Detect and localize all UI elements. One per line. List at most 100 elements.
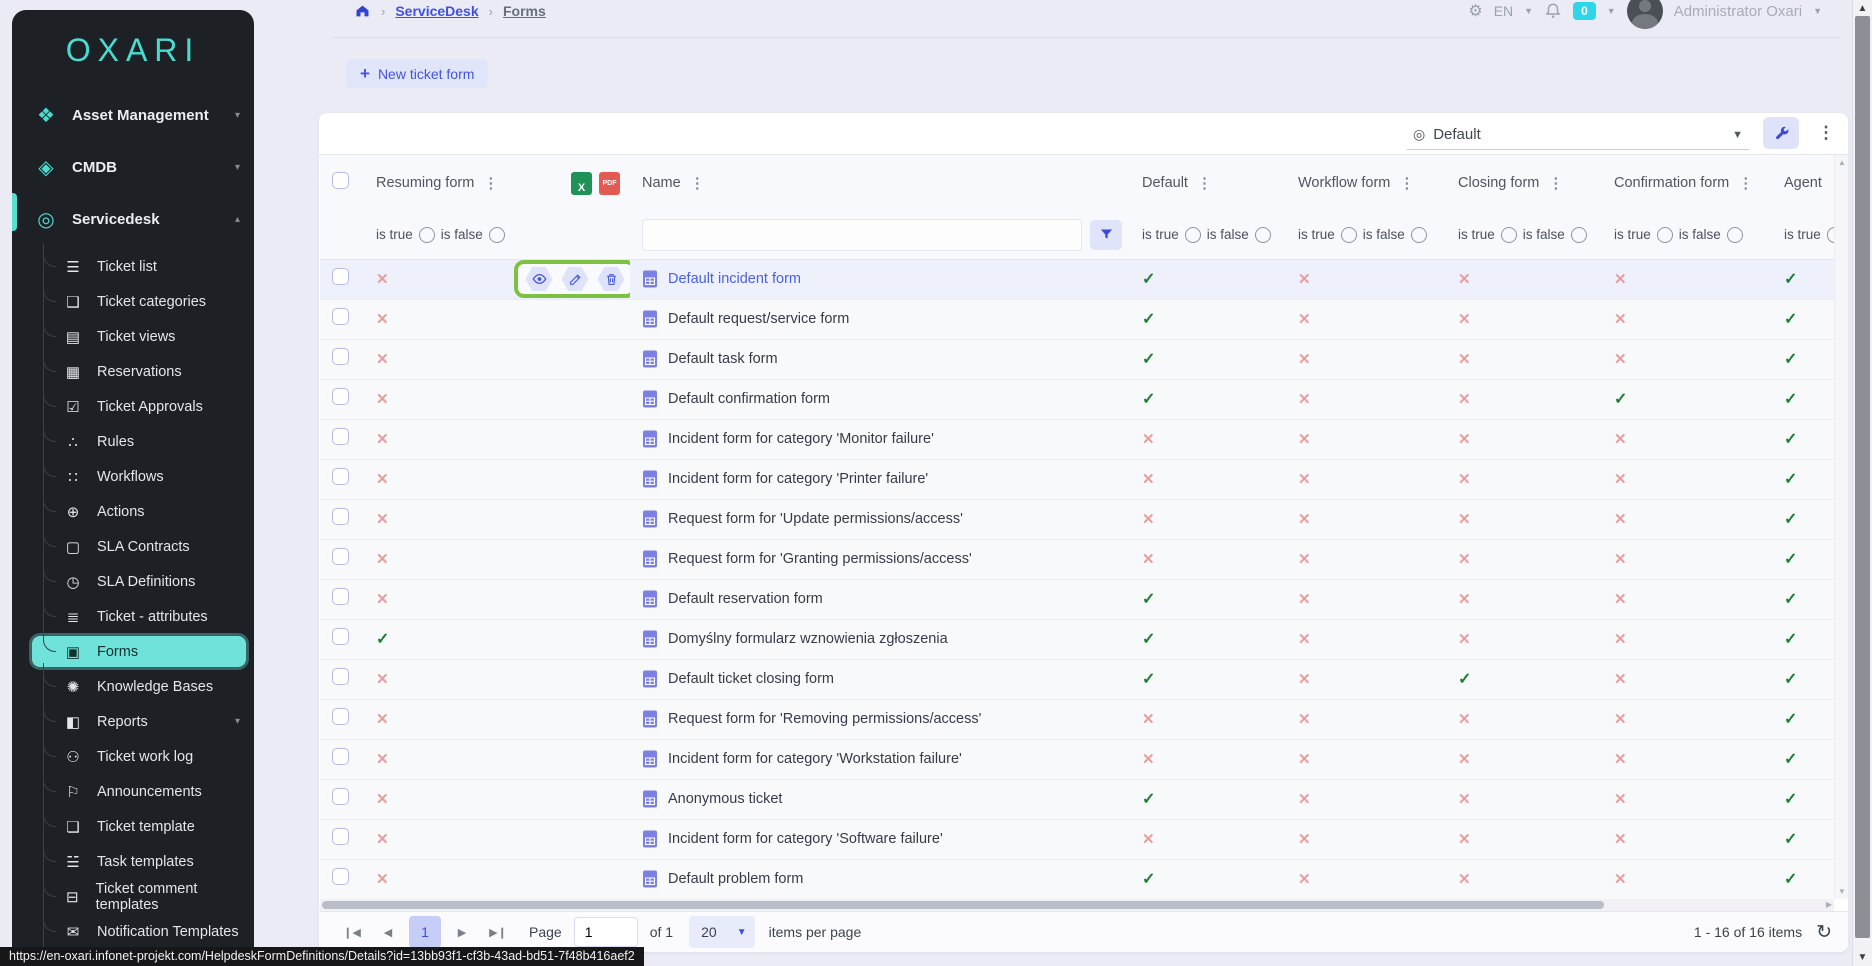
column-menu-icon[interactable]: ⋮ [1548, 174, 1563, 192]
table-row[interactable]: ✕Default task form✓✕✕✕✓ [320, 339, 1834, 379]
table-row[interactable]: ✕Request form for 'Removing permissions/… [320, 699, 1834, 739]
chevron-down-icon[interactable]: ▼ [1524, 6, 1533, 16]
grid-settings-button[interactable] [1763, 117, 1799, 149]
grid-horizontal-scrollbar[interactable]: ▶ [320, 899, 1834, 911]
last-page-button[interactable]: ▶❙ [483, 917, 513, 947]
is-true-radio[interactable] [1341, 227, 1357, 243]
table-row[interactable]: ✕Incident form for category 'Software fa… [320, 819, 1834, 859]
bell-icon[interactable] [1544, 2, 1562, 20]
form-name-link[interactable]: Default incident form [642, 270, 1130, 288]
delete-button[interactable] [598, 267, 625, 291]
row-checkbox[interactable] [332, 588, 349, 605]
row-checkbox[interactable] [332, 788, 349, 805]
filter-button[interactable] [1090, 220, 1122, 250]
chevron-down-icon[interactable]: ▼ [1607, 6, 1616, 16]
grid-menu-button[interactable]: ⋮ [1813, 117, 1839, 149]
row-confirmation-cell: ✕ [1602, 779, 1772, 819]
row-checkbox[interactable] [332, 748, 349, 765]
is-false-radio[interactable] [1571, 227, 1587, 243]
table-row[interactable]: ✕Default confirmation form✓✕✕✓✓ [320, 379, 1834, 419]
edit-button[interactable] [562, 267, 589, 291]
refresh-icon[interactable]: ↻ [1816, 921, 1832, 944]
gear-icon[interactable]: ⚙ [1468, 1, 1482, 21]
chevron-down-icon[interactable]: ▼ [1813, 6, 1822, 16]
row-checkbox[interactable] [332, 548, 349, 565]
scroll-right-arrow[interactable]: ▶ [1826, 900, 1832, 909]
select-all-checkbox[interactable] [332, 172, 349, 189]
avatar[interactable] [1627, 0, 1663, 29]
is-false-radio[interactable] [1727, 227, 1743, 243]
table-row[interactable]: ✕Default incident form✓✕✕✕✓ [320, 259, 1834, 299]
column-menu-icon[interactable]: ⋮ [1399, 174, 1414, 192]
breadcrumb-servicedesk-link[interactable]: ServiceDesk [395, 3, 478, 19]
table-row[interactable]: ✕Incident form for category 'Printer fai… [320, 459, 1834, 499]
table-row[interactable]: ✓Domyślny formularz wznowienia zgłoszeni… [320, 619, 1834, 659]
export-excel-icon[interactable] [571, 172, 592, 195]
cross-icon: ✕ [1458, 551, 1471, 568]
notification-count-badge[interactable]: 0 [1573, 2, 1596, 20]
row-checkbox[interactable] [332, 708, 349, 725]
row-checkbox[interactable] [332, 268, 349, 285]
row-checkbox[interactable] [332, 868, 349, 885]
grid-vertical-scrollbar[interactable]: ▲ ▼ [1834, 155, 1848, 899]
scroll-down-arrow[interactable]: ▼ [1838, 887, 1846, 896]
table-row[interactable]: ✕Request form for 'Update permissions/ac… [320, 499, 1834, 539]
new-ticket-form-button[interactable]: + New ticket form [346, 59, 488, 88]
window-scrollbar[interactable]: ▲ ▼ [1852, 0, 1872, 966]
table-row[interactable]: ✕Default ticket closing form✓✕✓✕✓ [320, 659, 1834, 699]
language-selector[interactable]: EN [1494, 3, 1513, 19]
row-checkbox[interactable] [332, 348, 349, 365]
column-menu-icon[interactable]: ⋮ [483, 174, 498, 192]
sidebar-item-cmdb[interactable]: ◈ CMDB ▾ [12, 145, 254, 189]
export-pdf-icon[interactable] [599, 172, 620, 195]
column-menu-icon[interactable]: ⋮ [1197, 174, 1212, 192]
first-page-button[interactable]: ❙◀ [337, 917, 367, 947]
table-row[interactable]: ✕Default request/service form✓✕✕✕✓ [320, 299, 1834, 339]
table-row[interactable]: ✕Default problem form✓✕✕✕✓ [320, 859, 1834, 899]
previous-page-button[interactable]: ◀ [373, 917, 403, 947]
is-true-radio[interactable] [419, 227, 435, 243]
name-filter-input[interactable] [642, 219, 1082, 251]
scroll-up-arrow[interactable]: ▲ [1853, 3, 1872, 14]
column-menu-icon[interactable]: ⋮ [1738, 174, 1753, 192]
is-true-radio[interactable] [1185, 227, 1201, 243]
view-selector-dropdown[interactable]: ◎ Default ▼ [1407, 120, 1749, 150]
row-checkbox[interactable] [332, 308, 349, 325]
scrollbar-thumb[interactable] [1855, 16, 1870, 938]
column-menu-icon[interactable]: ⋮ [690, 174, 705, 192]
check-icon: ✓ [1784, 431, 1797, 448]
scrollbar-thumb[interactable] [322, 901, 1604, 909]
row-checkbox[interactable] [332, 468, 349, 485]
row-checkbox[interactable] [332, 668, 349, 685]
next-page-button[interactable]: ▶ [447, 917, 477, 947]
page-number-input[interactable] [574, 917, 638, 947]
is-true-radio[interactable] [1501, 227, 1517, 243]
is-false-radio[interactable] [1411, 227, 1427, 243]
row-checkbox[interactable] [332, 628, 349, 645]
table-row[interactable]: ✕Anonymous ticket✓✕✕✕✓ [320, 779, 1834, 819]
user-toolbar: ⚙ EN ▼ 0 ▼ Administrator Oxari ▼ [1468, 0, 1822, 28]
row-checkbox[interactable] [332, 508, 349, 525]
view-button[interactable] [526, 267, 553, 291]
table-row[interactable]: ✕Request form for 'Granting permissions/… [320, 539, 1834, 579]
table-row[interactable]: ✕Default reservation form✓✕✕✕✓ [320, 579, 1834, 619]
sidebar-item-asset-management[interactable]: ❖ Asset Management ▾ [12, 93, 254, 137]
current-page-button[interactable]: 1 [409, 916, 441, 948]
row-checkbox[interactable] [332, 428, 349, 445]
form-name-text: Default ticket closing form [642, 670, 1130, 688]
scroll-up-arrow[interactable]: ▲ [1838, 158, 1846, 167]
page-size-dropdown[interactable]: 20 ▼ [689, 916, 755, 948]
row-checkbox[interactable] [332, 388, 349, 405]
is-true-radio[interactable] [1827, 227, 1834, 243]
sidebar-item-servicedesk[interactable]: ◎ Servicedesk ▴ [12, 197, 254, 241]
is-false-radio[interactable] [1255, 227, 1271, 243]
row-default-cell: ✕ [1130, 699, 1286, 739]
row-checkbox[interactable] [332, 828, 349, 845]
is-false-radio[interactable] [489, 227, 505, 243]
scroll-down-arrow[interactable]: ▼ [1853, 952, 1872, 963]
is-true-radio[interactable] [1657, 227, 1673, 243]
table-row[interactable]: ✕Incident form for category 'Monitor fai… [320, 419, 1834, 459]
home-icon[interactable] [354, 3, 371, 19]
form-name-label: Default problem form [668, 871, 803, 887]
table-row[interactable]: ✕Incident form for category 'Workstation… [320, 739, 1834, 779]
